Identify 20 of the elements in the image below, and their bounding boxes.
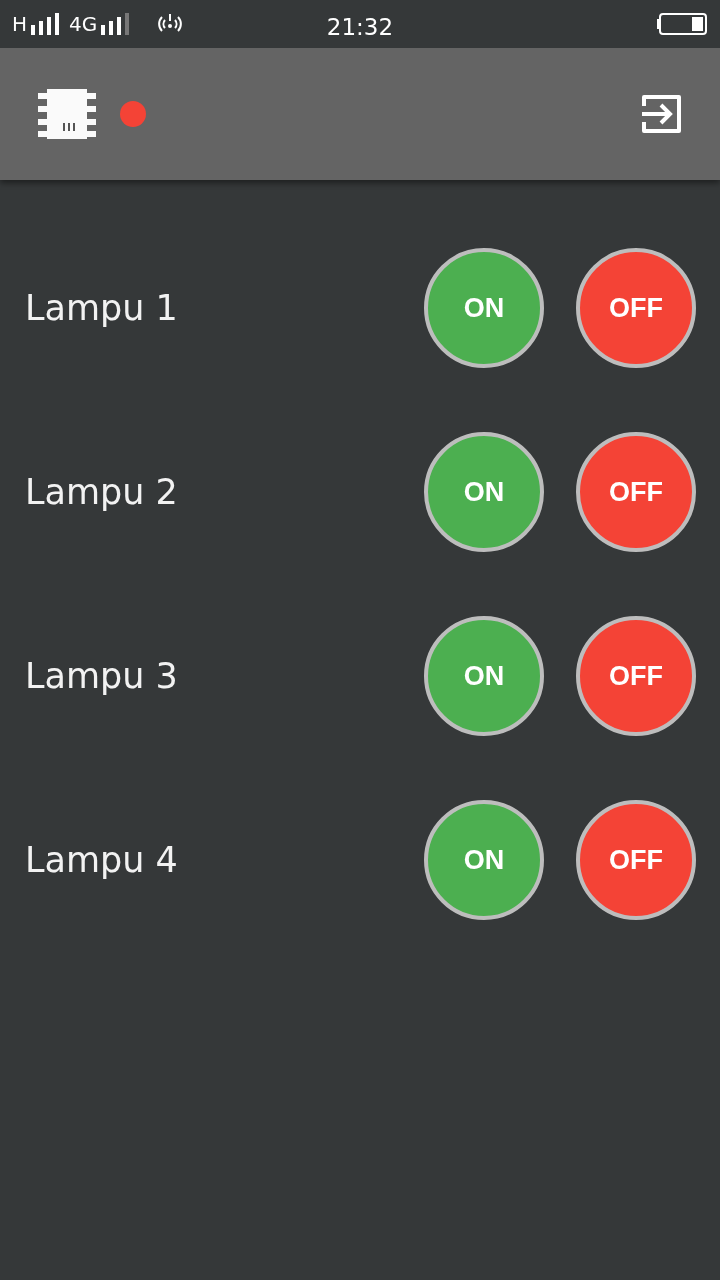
off-button[interactable]: OFF: [576, 248, 696, 368]
network-type: H: [12, 11, 28, 38]
battery-icon: [656, 13, 708, 35]
on-button[interactable]: ON: [424, 800, 544, 920]
signal-icon: [31, 13, 62, 35]
lamp-label: Lampu 4: [25, 838, 178, 882]
on-button[interactable]: ON: [424, 248, 544, 368]
on-button[interactable]: ON: [424, 432, 544, 552]
network-type: 4G: [69, 11, 98, 38]
login-icon[interactable]: [640, 94, 682, 134]
off-button[interactable]: OFF: [576, 800, 696, 920]
signal-icon: [101, 13, 132, 35]
off-button[interactable]: OFF: [576, 616, 696, 736]
chip-icon: [38, 89, 96, 139]
lamp-label: Lampu 3: [25, 654, 178, 698]
clock: 21:32: [326, 13, 394, 42]
off-button[interactable]: OFF: [576, 432, 696, 552]
lamp-label: Lampu 2: [25, 470, 178, 514]
lamp-label: Lampu 1: [25, 286, 178, 330]
on-button[interactable]: ON: [424, 616, 544, 736]
